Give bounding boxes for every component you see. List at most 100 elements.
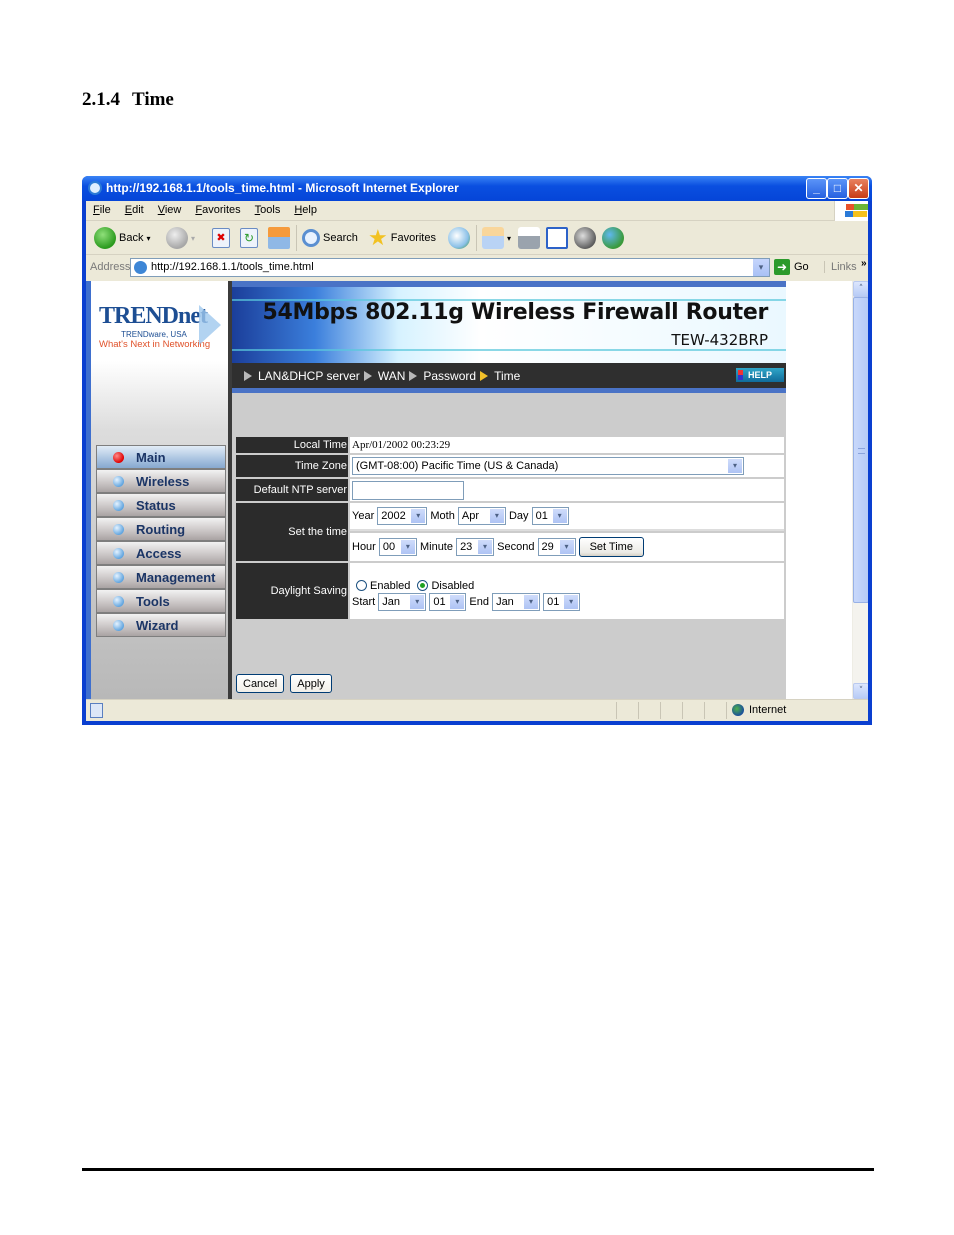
minimize-button[interactable]: _ [806,178,827,199]
start-month-select[interactable]: Jan ▾ [378,592,427,611]
windows-logo-icon [834,201,868,221]
mail-button[interactable]: ▾ [482,226,511,250]
forward-button[interactable]: ▾ [166,226,195,250]
month-select[interactable]: Apr ▾ [457,507,506,525]
page-viewport: TRENDnet TRENDware, USA What's Next in N… [86,281,868,699]
edit-page-icon [546,227,568,249]
scroll-thumb[interactable] [853,297,868,603]
chevron-right-icon[interactable]: » [861,258,867,269]
nav-item-tools[interactable]: Tools [96,589,226,613]
minute-select[interactable]: 23 ▾ [456,538,495,556]
hour-select[interactable]: 00 ▾ [378,538,417,556]
chevron-down-icon: ▾ [411,509,426,523]
end-month-select[interactable]: Jan ▾ [492,592,541,611]
subnav-wan[interactable]: WAN [378,369,406,383]
product-banner: 54Mbps 802.11g Wireless Firewall Router … [232,281,786,363]
subnav-password[interactable]: Password [423,369,476,383]
links-button[interactable]: Links » [824,258,867,273]
mail-icon [482,227,504,249]
second-select[interactable]: 29 ▾ [537,538,576,556]
close-button[interactable]: ✕ [848,178,869,199]
nav-item-wireless[interactable]: Wireless [96,469,226,493]
search-label: Search [323,232,358,244]
edit-button[interactable] [546,226,568,250]
print-button[interactable] [518,226,540,250]
status-bar: Internet [86,699,868,721]
menu-help[interactable]: Help [287,201,324,216]
set-time-label: Set the time [236,503,350,561]
bullet-icon [113,547,124,559]
ntp-server-input[interactable] [352,480,464,500]
section-title: Time [132,89,174,110]
forward-dropdown-icon: ▾ [191,233,196,243]
browser-window: http://192.168.1.1/tools_time.html - Mic… [82,176,872,725]
home-button[interactable] [268,226,290,250]
ntp-label: Default NTP server [236,479,350,501]
scroll-down-icon[interactable]: ˅ [853,683,868,699]
history-button[interactable] [448,226,470,250]
subnav-lan-dhcp[interactable]: LAN&DHCP server [258,369,360,383]
enabled-radio[interactable] [356,580,367,592]
nav-item-wizard[interactable]: Wizard [96,613,226,637]
refresh-button[interactable]: ↻ [240,226,258,250]
router-page: TRENDnet TRENDware, USA What's Next in N… [86,281,786,699]
discuss-button[interactable] [574,226,596,250]
search-button[interactable]: Search [302,226,358,250]
bullet-icon [113,451,124,463]
menu-bar: File Edit View Favorites Tools Help [86,201,868,221]
toolbar-separator [476,225,477,251]
page-icon [134,261,147,274]
subnav-time[interactable]: Time [494,369,520,383]
nav-item-status[interactable]: Status [96,493,226,517]
menu-tools[interactable]: Tools [248,201,288,216]
disabled-label: Disabled [431,579,475,592]
bullet-icon [113,619,124,631]
end-month-value: Jan [496,595,514,608]
menu-file[interactable]: File [86,201,118,216]
section-heading: 2.1.4 Time [82,89,174,111]
messenger-button[interactable] [602,226,624,250]
maximize-button[interactable]: □ [827,178,848,199]
nav-item-main[interactable]: Main [96,445,226,469]
status-divider [704,702,705,719]
banner-model: TEW-432BRP [671,331,768,349]
menu-view[interactable]: View [151,201,189,216]
end-label: End [469,595,489,608]
nav-label: Wireless [136,473,190,489]
status-divider [660,702,661,719]
end-day-select[interactable]: 01 ▾ [543,592,581,611]
time-zone-select[interactable]: (GMT-08:00) Pacific Time (US & Canada) ▾ [352,457,744,475]
nav-item-management[interactable]: Management [96,565,226,589]
menu-favorites[interactable]: Favorites [188,201,247,216]
set-time-button[interactable]: Set Time [578,537,644,557]
help-button[interactable]: HELP [736,368,784,382]
end-day-value: 01 [547,595,560,608]
menu-edit[interactable]: Edit [118,201,151,216]
scroll-up-icon[interactable]: ˄ [853,281,868,297]
history-icon [448,227,470,249]
back-button[interactable]: Back ▾ [94,226,150,250]
back-dropdown-icon[interactable]: ▾ [146,234,150,243]
apply-button[interactable]: Apply [290,674,332,693]
address-dropdown-icon[interactable]: ▾ [753,259,769,276]
mail-dropdown-icon[interactable]: ▾ [507,234,511,243]
nav-label: Access [136,545,182,561]
daylight-saving-row: Daylight Saving Enabled Disabled Start J… [236,563,784,619]
year-select[interactable]: 2002 ▾ [377,507,428,525]
start-day-select[interactable]: 01 ▾ [429,592,467,611]
favorites-button[interactable]: ★ Favorites [368,226,436,250]
disabled-radio[interactable] [417,580,429,592]
minute-label: Minute [419,540,453,553]
cancel-button[interactable]: Cancel [236,674,285,693]
address-input[interactable]: http://192.168.1.1/tools_time.html ▾ [130,258,770,277]
globe-icon [732,704,744,716]
back-arrow-icon [94,227,116,249]
nav-item-access[interactable]: Access [96,541,226,565]
stop-button[interactable]: ✖ [212,226,230,250]
go-button[interactable]: ➜ Go [774,259,809,275]
discuss-icon [574,227,596,249]
logo-arrow-icon [199,305,221,345]
nav-item-routing[interactable]: Routing [96,517,226,541]
vertical-scrollbar[interactable]: ˄ ˅ [852,281,868,699]
day-select[interactable]: 01 ▾ [531,507,569,525]
